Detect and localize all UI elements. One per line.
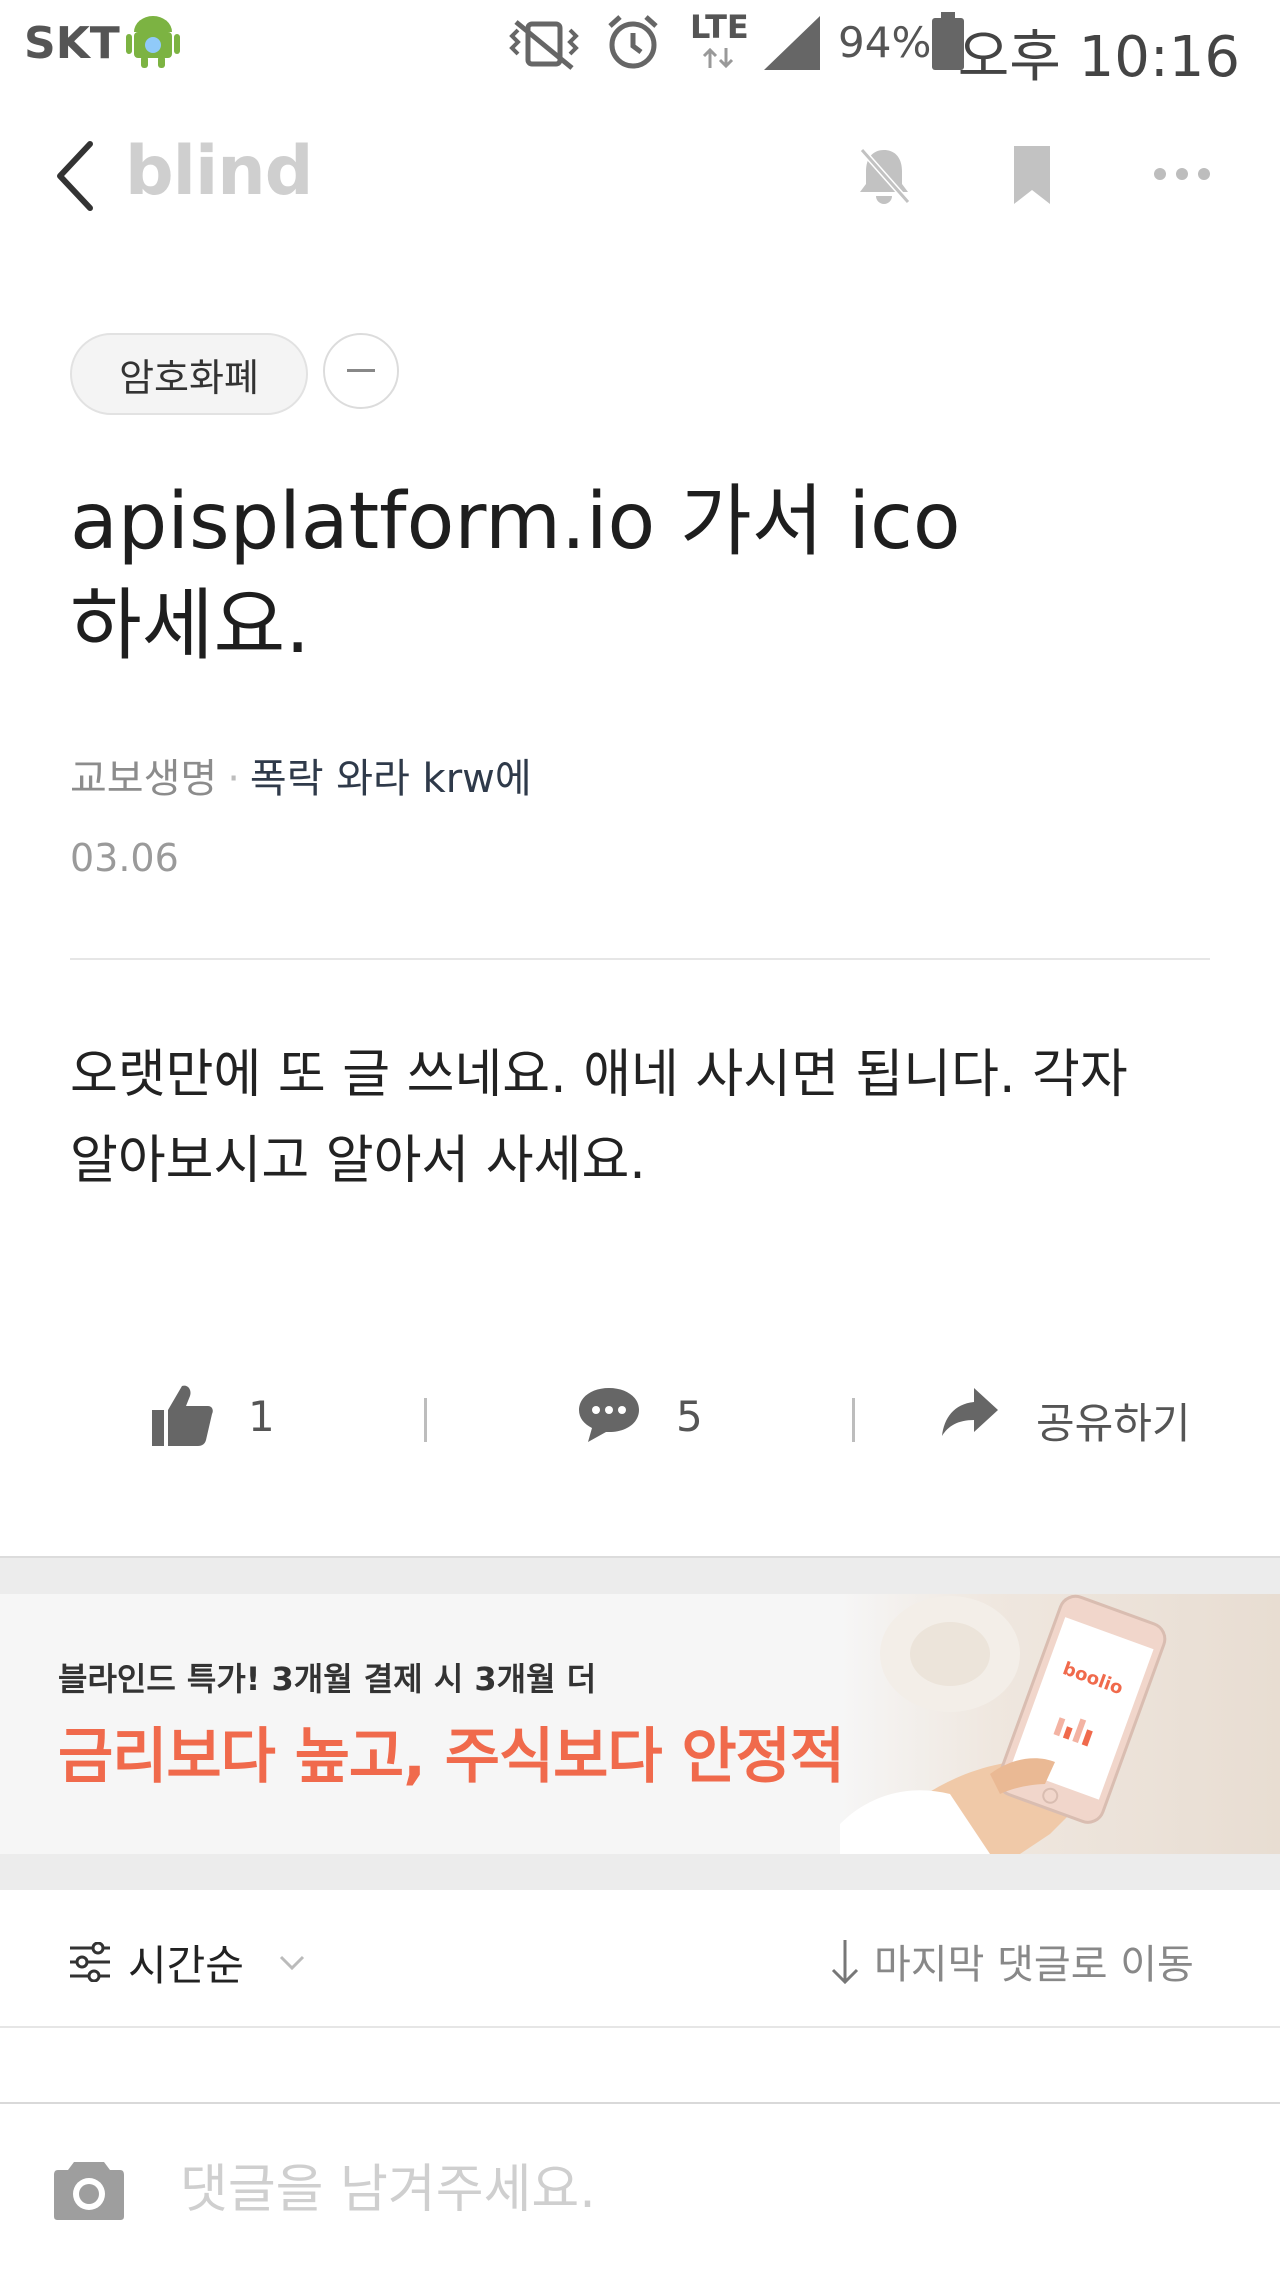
comment-sort-bar: 시간순 마지막 댓글로 이동 [0,1890,1280,2028]
app-header: blind [0,110,1280,240]
signal-icon [764,16,820,70]
action-bar: 1 5 공유하기 [0,1370,1280,1470]
alarm-icon [608,15,658,69]
action-separator [424,1398,427,1442]
share-label: 공유하기 [1036,1399,1191,1448]
banner-headline: 금리보다 높고, 주식보다 안정적인 ? [58,1722,953,1792]
section-gap [0,1854,1280,1890]
author-name[interactable]: 폭락 와라 krw에 [250,756,532,802]
comment-button[interactable]: 5 [576,1384,736,1460]
topic-chip-label: 암호화폐 [119,355,259,400]
brand-logo: blind [125,132,313,211]
bookmark-icon[interactable] [1012,144,1052,206]
lte-label: LTE [690,8,749,46]
chevron-down-icon [279,1955,305,1971]
carrier-label: SKT [24,18,120,69]
status-bar: SKT LTE 94% 오후 10:16 [0,0,1280,90]
lte-icon [702,47,734,69]
meta-dot: · [227,756,240,802]
action-separator [852,1398,855,1442]
thumbs-up-icon [152,1385,213,1446]
battery-percent: 94% [838,18,932,67]
comment-input[interactable] [178,2144,1222,2236]
divider [70,958,1210,960]
comment-input-bar [0,2102,1280,2278]
minus-icon [347,369,375,372]
more-icon[interactable] [1152,166,1212,182]
clock: 오후 10:16 [957,25,1240,90]
post-title: apisplatform.io 가서 ico 하세요. [70,470,1210,678]
share-arrow-icon [942,1388,998,1436]
jump-to-last-comment-button[interactable]: 마지막 댓글로 이동 [830,1920,1220,2000]
like-count: 1 [248,1392,275,1441]
jump-label: 마지막 댓글로 이동 [874,1942,1194,1988]
back-icon[interactable] [50,138,100,214]
comment-count: 5 [676,1392,703,1441]
section-gap [0,1556,1280,1596]
vibrate-off-icon [509,20,579,70]
post-body-line: 오랫만에 또 글 쓰네요. 애네 사시면 됩니다. 각자 [70,1045,1128,1105]
banner-hand-phone-illustration: boolio [840,1594,1280,1854]
post-title-line: 하세요. [70,581,311,671]
filter-sliders-icon [70,1942,110,1982]
post-body: 오랫만에 또 글 쓰네요. 애네 사시면 됩니다. 각자 알아보시고 알아서 사… [70,1032,1220,1204]
company-name: 교보생명 [70,756,218,802]
remove-topic-button[interactable] [323,333,399,409]
sort-dropdown[interactable]: 시간순 [66,1920,326,2000]
topic-chip[interactable]: 암호화폐 [70,333,308,415]
like-button[interactable]: 1 [150,1382,310,1458]
post-meta: 교보생명 · 폭락 와라 krw에 [70,746,532,804]
android-icon [126,16,180,68]
post-title-line: apisplatform.io 가서 ico [70,477,961,567]
sort-label: 시간순 [128,1941,244,1990]
ad-banner[interactable]: 블라인드 특가! 3개월 결제 시 3개월 더 금리보다 높고, 주식보다 안정… [0,1594,1280,1854]
camera-icon[interactable] [52,2156,126,2222]
banner-subtitle: 블라인드 특가! 3개월 결제 시 3개월 더 [58,1660,597,1698]
bell-off-icon[interactable] [856,144,912,208]
comment-bubble-icon [579,1388,639,1442]
post-body-line: 알아보시고 알아서 사세요. [70,1131,646,1191]
arrow-down-icon [831,1940,859,1985]
post-date: 03.06 [70,836,179,880]
share-button[interactable]: 공유하기 [940,1384,1220,1460]
